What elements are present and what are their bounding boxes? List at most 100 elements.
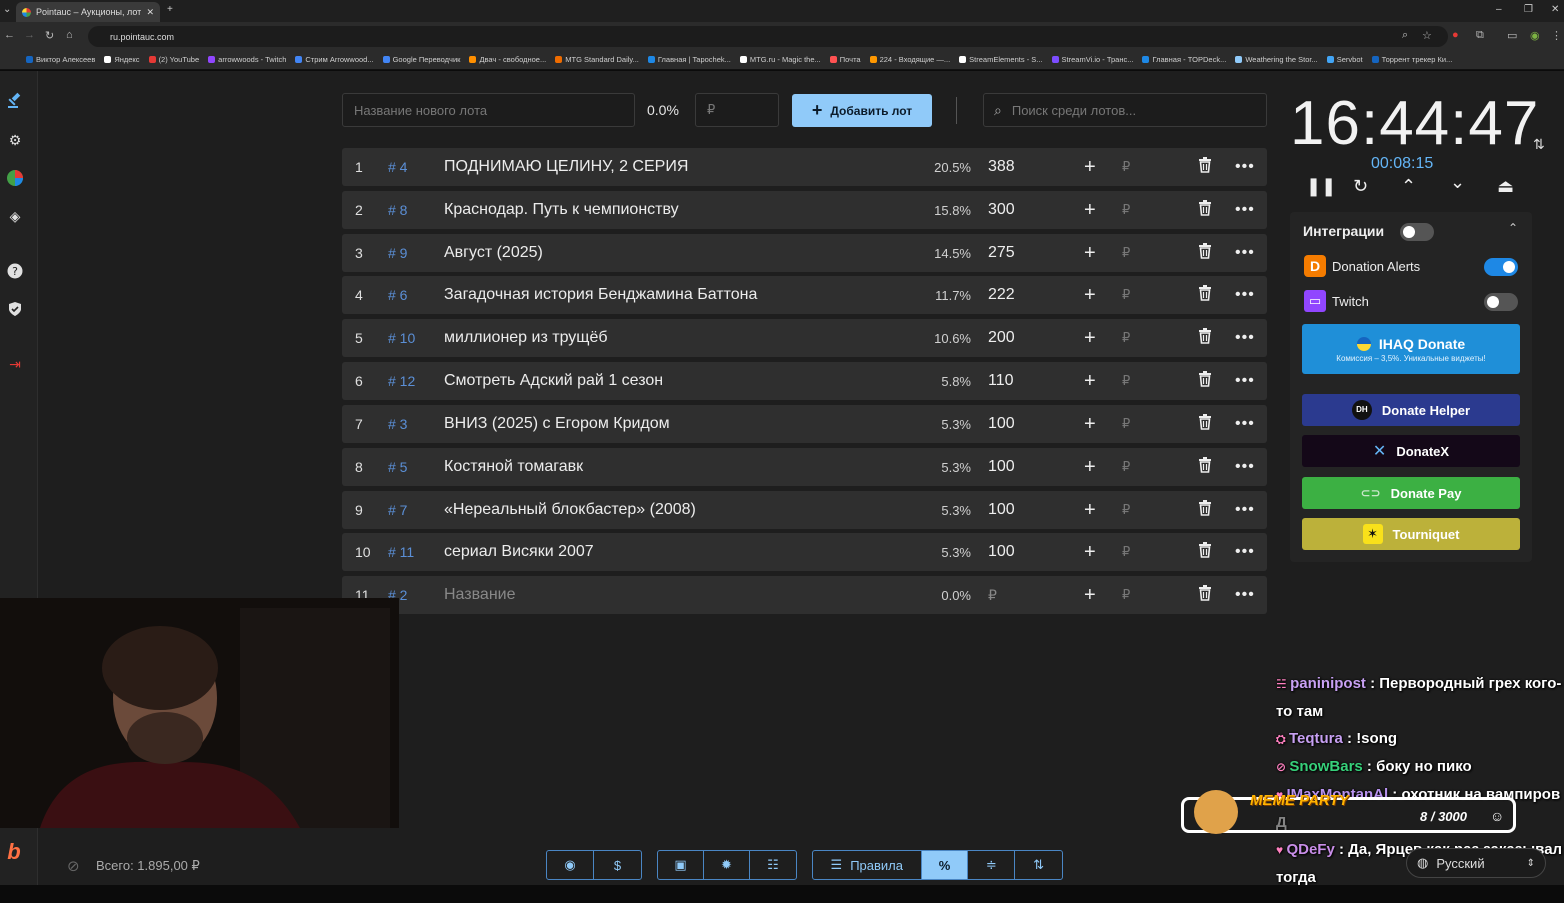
tab-menu-icon[interactable]: ⌄: [3, 4, 11, 15]
add-lot-button[interactable]: + Добавить лот: [792, 94, 932, 127]
lot-name[interactable]: Загадочная история Бенджамина Баттона: [444, 286, 757, 304]
lot-add-amount-input[interactable]: ₽: [1122, 502, 1130, 518]
close-window-icon[interactable]: ✕: [1551, 4, 1559, 15]
adblock-icon[interactable]: ●: [1452, 29, 1459, 41]
lot-name[interactable]: Август (2025): [444, 244, 543, 262]
tourniquet-button[interactable]: ✶ Tourniquet: [1302, 518, 1520, 550]
lot-amount[interactable]: 100: [988, 501, 1015, 519]
bookmark-item[interactable]: (2) YouTube: [148, 55, 199, 64]
more-options-icon[interactable]: •••: [1235, 458, 1255, 476]
lot-add-amount-input[interactable]: ₽: [1122, 416, 1130, 432]
lot-name[interactable]: Название: [444, 586, 516, 604]
bookmark-item[interactable]: Почта: [829, 55, 861, 64]
bug-report-button[interactable]: ✹: [704, 851, 750, 879]
donate-pay-button[interactable]: ⊂⊃ Donate Pay: [1302, 477, 1520, 509]
percent-toggle-button[interactable]: %: [921, 851, 969, 879]
timer-double-up-icon[interactable]: ⏏: [1497, 176, 1514, 197]
clear-lots-button[interactable]: ☷: [750, 851, 796, 879]
lot-name[interactable]: миллионер из трущёб: [444, 329, 608, 347]
delete-lot-icon[interactable]: [1198, 541, 1212, 563]
lot-amount[interactable]: 100: [988, 415, 1015, 433]
lot-add-amount-input[interactable]: ₽: [1122, 373, 1130, 389]
close-tab-icon[interactable]: ✕: [146, 7, 154, 18]
bookmark-item[interactable]: Главная - TOPDeck...: [1142, 55, 1226, 64]
url-field[interactable]: ru.pointauc.com: [88, 26, 1448, 47]
add-to-lot-icon[interactable]: +: [1084, 584, 1096, 607]
swap-timer-icon[interactable]: ⇅: [1533, 136, 1545, 153]
search-input[interactable]: ⌕ Поиск среди лотов...: [983, 93, 1267, 127]
more-options-icon[interactable]: •••: [1235, 372, 1255, 390]
layers-icon[interactable]: ◈: [5, 206, 25, 226]
compact-view-button[interactable]: ≑: [968, 851, 1016, 879]
bookmark-item[interactable]: StreamElements - S...: [959, 55, 1043, 64]
save-button[interactable]: ▣: [658, 851, 704, 879]
bookmark-item[interactable]: 224 - Входящие —...: [869, 55, 950, 64]
browser-tab[interactable]: Pointauc – Аукционы, лотере... ✕: [16, 2, 160, 22]
delete-lot-icon[interactable]: [1198, 199, 1212, 221]
lot-name[interactable]: Костяной томагавк: [444, 458, 583, 476]
bookmark-item[interactable]: Яндекс: [104, 55, 140, 64]
add-to-lot-icon[interactable]: +: [1084, 156, 1096, 179]
lot-amount[interactable]: 200: [988, 329, 1015, 347]
settings-gear-icon[interactable]: ⚙: [5, 130, 25, 150]
donate-helper-button[interactable]: DH Donate Helper: [1302, 394, 1520, 426]
add-to-lot-icon[interactable]: +: [1084, 242, 1096, 265]
delete-lot-icon[interactable]: [1198, 499, 1212, 521]
bookmark-star-icon[interactable]: ☆: [1422, 29, 1432, 42]
new-lot-name-input[interactable]: Название нового лота: [342, 93, 635, 127]
add-to-lot-icon[interactable]: +: [1084, 413, 1096, 436]
profile-icon[interactable]: ◉: [1530, 29, 1540, 42]
lot-amount[interactable]: 300: [988, 201, 1015, 219]
bookmark-item[interactable]: Торрент трекер Ки...: [1371, 55, 1452, 64]
lot-add-amount-input[interactable]: ₽: [1122, 287, 1130, 303]
add-to-lot-icon[interactable]: +: [1084, 456, 1096, 479]
add-to-lot-icon[interactable]: +: [1084, 327, 1096, 350]
ihaq-donate-button[interactable]: IHAQ Donate Комиссия – 3,5%. Уникальные …: [1302, 324, 1520, 374]
delete-lot-icon[interactable]: [1198, 284, 1212, 306]
logout-icon[interactable]: ⇥: [5, 354, 25, 374]
bookmark-item[interactable]: Weathering the Stor...: [1235, 55, 1318, 64]
pause-icon[interactable]: ❚❚: [1306, 176, 1336, 197]
lot-amount[interactable]: 100: [988, 458, 1015, 476]
more-options-icon[interactable]: •••: [1235, 543, 1255, 561]
delete-lot-icon[interactable]: [1198, 327, 1212, 349]
more-options-icon[interactable]: •••: [1235, 158, 1255, 176]
lot-amount[interactable]: 275: [988, 244, 1015, 262]
integrations-toggle[interactable]: [1400, 223, 1434, 241]
bookmark-item[interactable]: MTG.ru - Magic the...: [739, 55, 821, 64]
language-select[interactable]: ◍ Русский ⇕: [1406, 848, 1546, 878]
donate-button[interactable]: $: [594, 851, 641, 879]
more-options-icon[interactable]: •••: [1235, 501, 1255, 519]
add-to-lot-icon[interactable]: +: [1084, 284, 1096, 307]
lot-add-amount-input[interactable]: ₽: [1122, 330, 1130, 346]
browser-menu-icon[interactable]: ⋮: [1551, 29, 1562, 42]
bookmark-item[interactable]: Servbot: [1326, 55, 1363, 64]
home-icon[interactable]: ⌂: [66, 29, 73, 41]
delete-lot-icon[interactable]: [1198, 584, 1212, 606]
bookmark-item[interactable]: Двач - свободное...: [469, 55, 546, 64]
bookmark-item[interactable]: StreamVi.io - Транс...: [1051, 55, 1133, 64]
add-to-lot-icon[interactable]: +: [1084, 541, 1096, 564]
add-to-lot-icon[interactable]: +: [1084, 499, 1096, 522]
delete-lot-icon[interactable]: [1198, 413, 1212, 435]
shield-icon[interactable]: [5, 299, 25, 319]
bookmark-item[interactable]: Стрим Arrowwood...: [295, 55, 374, 64]
donatex-button[interactable]: ✕ DonateX: [1302, 435, 1520, 467]
hide-eye-icon[interactable]: ⊘: [67, 857, 80, 875]
delete-lot-icon[interactable]: [1198, 456, 1212, 478]
reset-icon[interactable]: ↻: [1353, 176, 1368, 197]
delete-lot-icon[interactable]: [1198, 156, 1212, 178]
lot-amount[interactable]: ₽: [988, 587, 997, 604]
lot-add-amount-input[interactable]: ₽: [1122, 202, 1130, 218]
app-logo-icon[interactable]: b: [4, 839, 24, 864]
forward-icon[interactable]: →: [24, 29, 35, 41]
donation-alerts-toggle[interactable]: [1484, 258, 1518, 276]
bookmark-item[interactable]: Главная | Tapochek...: [647, 55, 731, 64]
lot-add-amount-input[interactable]: ₽: [1122, 459, 1130, 475]
more-options-icon[interactable]: •••: [1235, 201, 1255, 219]
maximize-icon[interactable]: ❐: [1524, 4, 1533, 15]
lot-add-amount-input[interactable]: ₽: [1122, 159, 1130, 175]
lot-add-amount-input[interactable]: ₽: [1122, 544, 1130, 560]
delete-lot-icon[interactable]: [1198, 242, 1212, 264]
more-options-icon[interactable]: •••: [1235, 244, 1255, 262]
